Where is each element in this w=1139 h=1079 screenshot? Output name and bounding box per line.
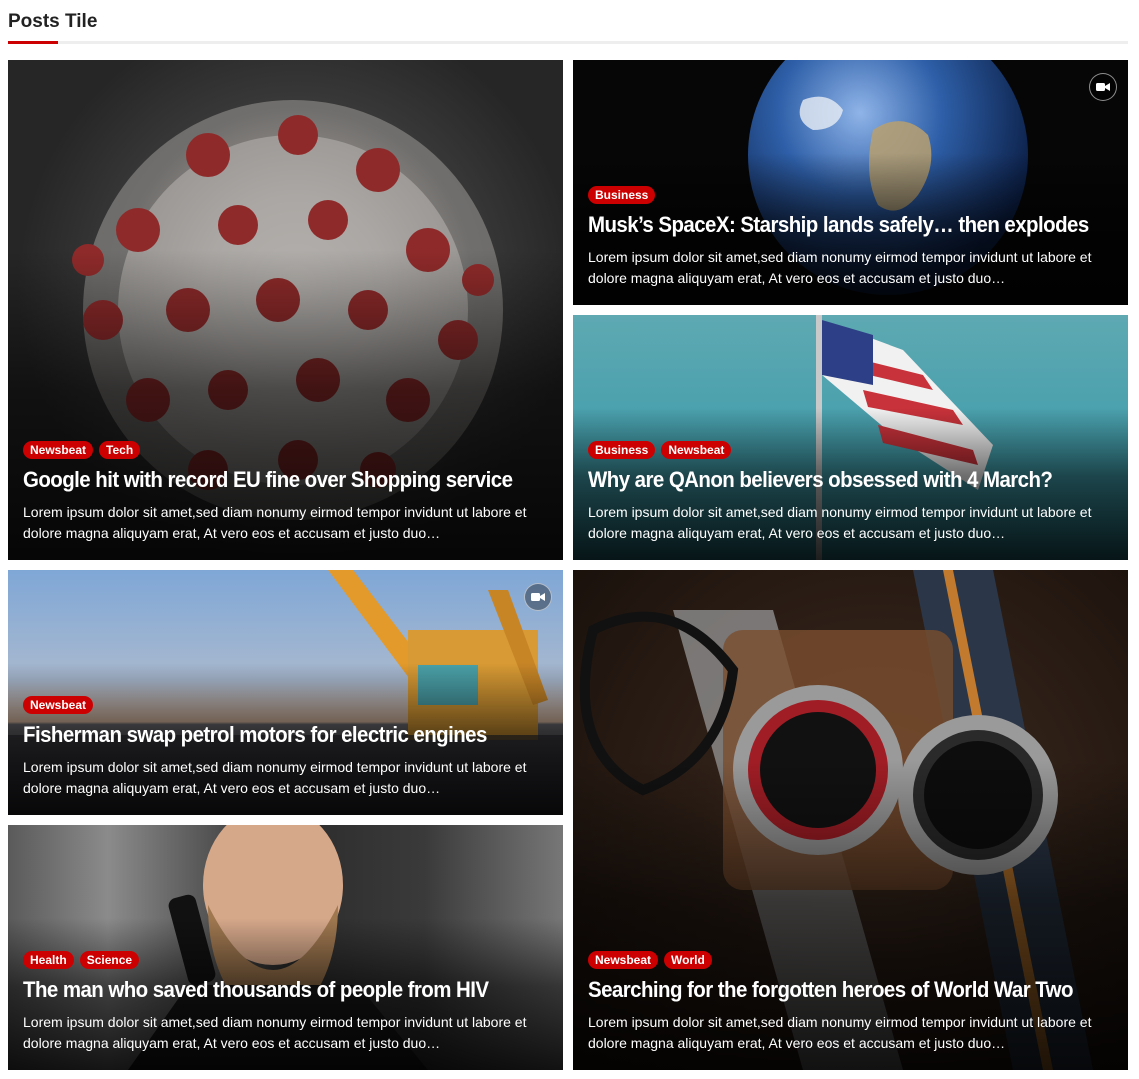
post-title[interactable]: Searching for the forgotten heroes of Wo… (588, 977, 1076, 1003)
post-title[interactable]: Google hit with record EU fine over Shop… (23, 467, 513, 493)
post-tile[interactable]: Newsbeat World Searching for the forgott… (573, 570, 1128, 1070)
category-badge[interactable]: Newsbeat (23, 441, 94, 459)
post-title[interactable]: Musk’s SpaceX: Starship lands safely… th… (588, 212, 1089, 238)
post-content: Health Science The man who saved thousan… (23, 951, 548, 1054)
post-excerpt: Lorem ipsum dolor sit amet,sed diam nonu… (23, 504, 527, 541)
post-excerpt: Lorem ipsum dolor sit amet,sed diam nonu… (23, 759, 527, 796)
category-badges: Newsbeat World (588, 951, 1113, 969)
post-excerpt: Lorem ipsum dolor sit amet,sed diam nonu… (588, 249, 1092, 286)
post-title[interactable]: Why are QAnon believers obsessed with 4 … (588, 467, 1076, 493)
post-content: Newsbeat World Searching for the forgott… (588, 951, 1113, 1054)
post-excerpt: Lorem ipsum dolor sit amet,sed diam nonu… (23, 1014, 527, 1051)
post-content: Newsbeat Tech Google hit with record EU … (23, 441, 548, 544)
header-accent-bar (8, 41, 58, 44)
post-excerpt: Lorem ipsum dolor sit amet,sed diam nonu… (588, 504, 1092, 541)
section-title: Posts Tile (8, 11, 98, 32)
video-camera-icon (1089, 73, 1117, 101)
post-content: Business Newsbeat Why are QAnon believer… (588, 441, 1113, 544)
post-content: Business Musk’s SpaceX: Starship lands s… (588, 186, 1113, 289)
category-badge[interactable]: Tech (99, 441, 141, 459)
post-tile[interactable]: Health Science The man who saved thousan… (8, 825, 563, 1070)
video-camera-icon (524, 583, 552, 611)
category-badge[interactable]: World (664, 951, 712, 969)
post-tile[interactable]: Newsbeat Tech Google hit with record EU … (8, 60, 563, 560)
category-badge[interactable]: Business (588, 186, 656, 204)
post-tile[interactable]: Business Newsbeat Why are QAnon believer… (573, 315, 1128, 560)
category-badges: Newsbeat Tech (23, 441, 548, 459)
category-badge[interactable]: Science (79, 951, 140, 969)
post-content: Newsbeat Fisherman swap petrol motors fo… (23, 696, 548, 799)
header-divider (8, 41, 1128, 44)
post-tile[interactable]: Newsbeat Fisherman swap petrol motors fo… (8, 570, 563, 815)
category-badge[interactable]: Newsbeat (23, 696, 94, 714)
section-header: Posts Tile (8, 10, 1128, 44)
post-title[interactable]: Fisherman swap petrol motors for electri… (23, 722, 511, 748)
category-badges: Business Newsbeat (588, 441, 1113, 459)
post-tile[interactable]: Business Musk’s SpaceX: Starship lands s… (573, 60, 1128, 305)
category-badge[interactable]: Newsbeat (588, 951, 659, 969)
category-badges: Business (588, 186, 1113, 204)
post-excerpt: Lorem ipsum dolor sit amet,sed diam nonu… (588, 1014, 1092, 1051)
category-badge[interactable]: Newsbeat (661, 441, 732, 459)
category-badges: Health Science (23, 951, 548, 969)
post-title[interactable]: The man who saved thousands of people fr… (23, 977, 511, 1003)
category-badge[interactable]: Health (23, 951, 74, 969)
category-badges: Newsbeat (23, 696, 548, 714)
category-badge[interactable]: Business (588, 441, 656, 459)
